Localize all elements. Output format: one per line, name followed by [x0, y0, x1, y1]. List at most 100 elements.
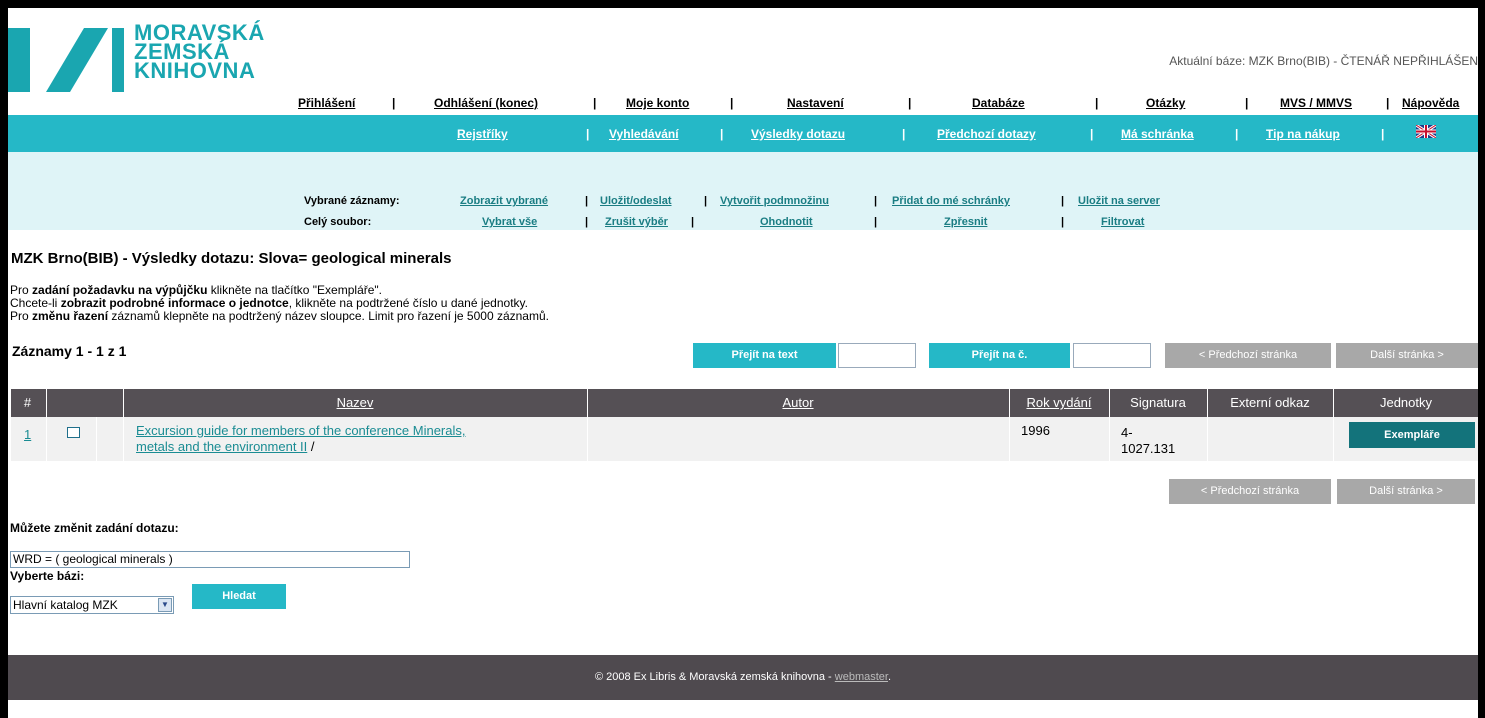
- record-year: 1996: [1021, 423, 1050, 438]
- library-name-logo: MORAVSKÁ ZEMSKÁ KNIHOVNA: [134, 22, 265, 83]
- nav-separator: |: [1381, 127, 1385, 141]
- separator: |: [874, 216, 878, 228]
- nav-databases[interactable]: Databáze: [972, 96, 1025, 110]
- english-flag-icon[interactable]: [1416, 125, 1436, 138]
- nav-questions[interactable]: Otázky: [1146, 96, 1185, 110]
- separator: |: [691, 216, 695, 228]
- goto-number-input[interactable]: [1073, 343, 1151, 368]
- record-number-link[interactable]: 1: [24, 427, 31, 442]
- column-divider: [1207, 417, 1208, 461]
- instruction-text: klikněte na tlačítko "Exempláře".: [207, 283, 383, 297]
- window-frame-left: [0, 0, 8, 718]
- goto-text-input[interactable]: [838, 343, 916, 368]
- instruction-text: , klikněte na podtržené číslo u dané jed…: [288, 296, 528, 310]
- save-to-server-link[interactable]: Uložit na server: [1078, 195, 1160, 207]
- record-actions-panel: Vybrané záznamy: Zobrazit vybrané | Ulož…: [8, 152, 1478, 230]
- tab-indexes[interactable]: Rejstříky: [457, 127, 508, 141]
- record-title-link[interactable]: metals and the environment II: [136, 439, 307, 454]
- mzk-logo-icon[interactable]: [8, 28, 128, 92]
- add-to-basket-link[interactable]: Přidat do mé schránky: [892, 195, 1010, 207]
- instruction-text: záznamů klepněte na podtržený název slou…: [108, 309, 549, 323]
- record-select-checkbox[interactable]: [67, 427, 80, 438]
- refine-link[interactable]: Zpřesnit: [944, 216, 987, 228]
- tab-search[interactable]: Vyhledávání: [609, 127, 679, 141]
- separator: |: [874, 195, 878, 207]
- base-select[interactable]: Hlavní katalog MZK ▼: [10, 596, 174, 614]
- col-signature: Signatura: [1130, 395, 1186, 410]
- nav-separator: |: [720, 127, 724, 141]
- page: MORAVSKÁ ZEMSKÁ KNIHOVNA Aktuální báze: …: [8, 8, 1478, 718]
- whole-file-label: Celý soubor:: [304, 216, 372, 228]
- show-selected-link[interactable]: Zobrazit vybrané: [460, 195, 548, 207]
- nav-separator: |: [730, 96, 734, 110]
- footer-suffix: .: [887, 671, 892, 683]
- create-subset-link[interactable]: Vytvořit podmnožinu: [720, 195, 829, 207]
- col-external-link: Externí odkaz: [1230, 395, 1310, 410]
- tab-results[interactable]: Výsledky dotazu: [751, 127, 845, 141]
- query-input[interactable]: WRD = ( geological minerals ): [10, 551, 410, 568]
- col-items: Jednotky: [1379, 395, 1433, 410]
- goto-number-button[interactable]: Přejít na č.: [929, 343, 1070, 368]
- tab-previous-queries[interactable]: Předchozí dotazy: [937, 127, 1036, 141]
- footer: © 2008 Ex Libris & Moravská zemská kniho…: [8, 655, 1478, 700]
- nav-help[interactable]: Nápověda: [1402, 96, 1459, 110]
- column-divider: [46, 417, 47, 461]
- instruction-text: zobrazit podrobné informace o jednotce: [60, 296, 289, 310]
- page-title: MZK Brno(BIB) - Výsledky dotazu: Slova= …: [11, 250, 452, 267]
- nav-separator: |: [1235, 127, 1239, 141]
- separator: |: [585, 216, 589, 228]
- webmaster-link[interactable]: webmaster: [835, 671, 888, 683]
- tab-purchase-tip[interactable]: Tip na nákup: [1266, 127, 1340, 141]
- record-title-suffix: /: [307, 439, 315, 454]
- tab-my-basket[interactable]: Má schránka: [1121, 127, 1194, 141]
- rate-link[interactable]: Ohodnotit: [760, 216, 813, 228]
- nav-separator: |: [392, 96, 396, 110]
- col-author-sort[interactable]: Autor: [782, 395, 813, 410]
- nav-settings[interactable]: Nastavení: [787, 96, 844, 110]
- select-all-link[interactable]: Vybrat vše: [482, 216, 537, 228]
- deselect-link[interactable]: Zrušit výběr: [605, 216, 668, 228]
- window-frame-top: [0, 0, 1485, 8]
- nav-separator: |: [902, 127, 906, 141]
- instruction-text: Pro: [10, 309, 33, 323]
- table-row: 1 Excursion guide for members of the con…: [11, 417, 1478, 461]
- instruction-text: Chcete-li: [10, 296, 61, 310]
- save-send-link[interactable]: Uložit/odeslat: [600, 195, 672, 207]
- prev-page-button[interactable]: < Předchozí stránka: [1165, 343, 1331, 368]
- filter-link[interactable]: Filtrovat: [1101, 216, 1144, 228]
- prev-page-button-bottom[interactable]: < Předchozí stránka: [1169, 479, 1331, 504]
- nav-mvs[interactable]: MVS / MMVS: [1280, 96, 1352, 110]
- next-page-button-bottom[interactable]: Další stránka >: [1337, 479, 1475, 504]
- search-button[interactable]: Hledat: [192, 584, 286, 609]
- goto-text-button[interactable]: Přejít na text: [693, 343, 836, 368]
- col-number: #: [23, 395, 32, 410]
- chevron-down-icon[interactable]: ▼: [158, 598, 172, 612]
- choose-base-label: Vyberte bázi:: [10, 569, 85, 583]
- nav-logout[interactable]: Odhlášení (konec): [434, 96, 538, 110]
- column-divider: [123, 417, 124, 461]
- current-base-status: Aktuální báze: MZK Brno(BIB) - ČTENÁŘ NE…: [1169, 54, 1478, 68]
- record-signature: 1027.131: [1121, 441, 1176, 456]
- results-table-header: # Nazev Autor Rok vydání Signatura Exter…: [11, 389, 1478, 417]
- copies-button[interactable]: Exempláře: [1349, 422, 1475, 448]
- record-title-link[interactable]: Excursion guide for members of the confe…: [136, 423, 466, 438]
- col-title-sort[interactable]: Nazev: [337, 395, 374, 410]
- change-query-label: Můžete změnit zadání dotazu:: [10, 521, 179, 535]
- nav-my-account[interactable]: Moje konto: [626, 96, 689, 110]
- nav-separator: |: [586, 127, 590, 141]
- next-page-button[interactable]: Další stránka >: [1336, 343, 1478, 368]
- separator: |: [1061, 195, 1065, 207]
- nav-separator: |: [1090, 127, 1094, 141]
- column-divider: [1009, 417, 1010, 461]
- main-navigation-bar: Rejstříky | Vyhledávání | Výsledky dotaz…: [8, 115, 1478, 152]
- top-navigation: Přihlášení | Odhlášení (konec) | Moje ko…: [298, 96, 1478, 114]
- nav-separator: |: [1095, 96, 1099, 110]
- column-divider: [1333, 417, 1334, 461]
- separator: |: [704, 195, 708, 207]
- instructions: Pro zadání požadavku na výpůjčku kliknět…: [10, 284, 549, 323]
- col-year-sort[interactable]: Rok vydání: [1026, 395, 1091, 410]
- nav-login[interactable]: Přihlášení: [298, 96, 355, 110]
- column-divider: [587, 417, 588, 461]
- logo-line: KNIHOVNA: [134, 58, 256, 83]
- record-signature: 4-: [1121, 425, 1133, 440]
